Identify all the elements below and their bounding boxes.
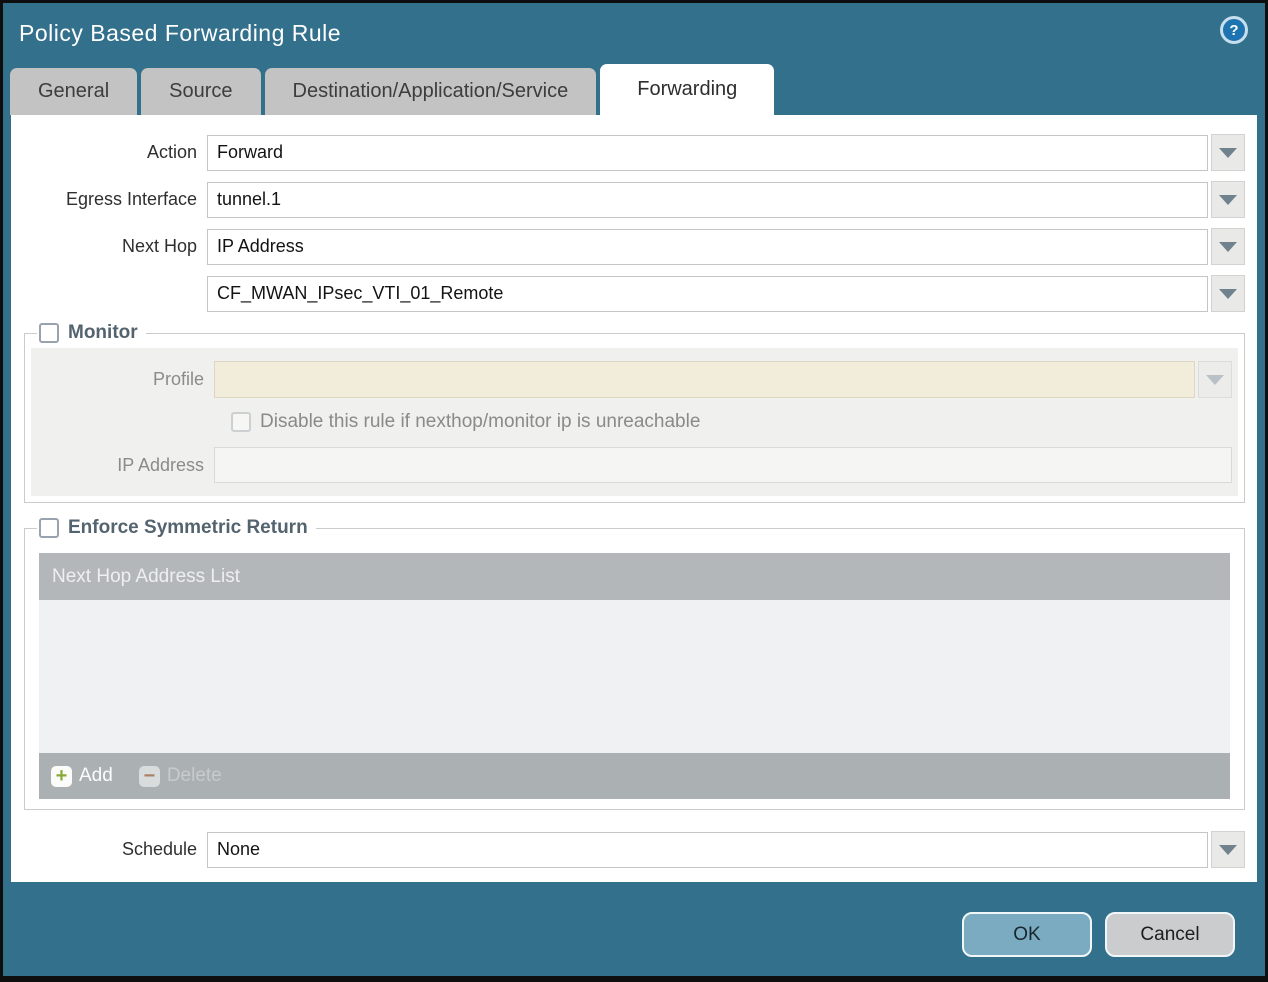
next-hop-type-dropdown[interactable]: IP Address xyxy=(207,228,1208,265)
chevron-down-icon xyxy=(1219,844,1237,855)
monitor-fieldset: Monitor Profile Disable this rule if nex… xyxy=(24,322,1245,503)
next-hop-address-table: Next Hop Address List + Add − Delete xyxy=(39,553,1230,799)
next-hop-row: Next Hop IP Address xyxy=(11,228,1257,265)
disable-rule-row: Disable this rule if nexthop/monitor ip … xyxy=(231,411,1232,433)
titlebar: Policy Based Forwarding Rule ? xyxy=(3,3,1265,64)
tab-source[interactable]: Source xyxy=(141,68,261,115)
egress-interface-label: Egress Interface xyxy=(65,189,197,209)
egress-interface-dropdown-button[interactable] xyxy=(1211,181,1245,218)
chevron-down-icon xyxy=(1219,241,1237,252)
cancel-button[interactable]: Cancel xyxy=(1105,912,1235,957)
next-hop-address-dropdown[interactable]: CF_MWAN_IPsec_VTI_01_Remote xyxy=(207,275,1208,312)
schedule-label: Schedule xyxy=(121,839,197,859)
profile-dropdown-button xyxy=(1198,361,1232,398)
table-footer: + Add − Delete xyxy=(39,753,1230,799)
dialog-frame: Policy Based Forwarding Rule ? General S… xyxy=(3,3,1265,976)
monitor-checkbox[interactable] xyxy=(39,323,59,343)
monitor-body: Profile Disable this rule if nexthop/mon… xyxy=(31,348,1238,496)
monitor-legend-label: Monitor xyxy=(68,322,138,343)
dialog-button-bar: OK Cancel xyxy=(3,882,1265,957)
next-hop-label: Next Hop xyxy=(121,236,197,256)
plus-icon: + xyxy=(51,765,72,787)
egress-interface-row: Egress Interface tunnel.1 xyxy=(11,181,1257,218)
help-icon[interactable]: ? xyxy=(1220,16,1248,44)
tab-destination-application-service[interactable]: Destination/Application/Service xyxy=(264,68,597,115)
tab-forwarding[interactable]: Forwarding xyxy=(600,64,775,115)
symmetric-return-legend-label: Enforce Symmetric Return xyxy=(68,517,308,538)
chevron-down-icon xyxy=(1219,288,1237,299)
profile-label: Profile xyxy=(152,369,204,389)
dialog-title: Policy Based Forwarding Rule xyxy=(19,20,342,46)
schedule-dropdown[interactable]: None xyxy=(207,831,1208,868)
content-panel: Action Forward Egress Interface tunnel.1… xyxy=(11,115,1257,882)
table-body xyxy=(39,600,1230,753)
table-header: Next Hop Address List xyxy=(39,553,1230,600)
monitor-ip-input xyxy=(214,447,1232,483)
profile-dropdown xyxy=(214,361,1195,398)
dialog-window: Policy Based Forwarding Rule ? General S… xyxy=(0,0,1268,982)
action-dropdown[interactable]: Forward xyxy=(207,134,1208,171)
chevron-down-icon xyxy=(1219,147,1237,158)
schedule-row: Schedule None xyxy=(11,831,1257,868)
tab-strip: General Source Destination/Application/S… xyxy=(3,64,1265,115)
monitor-ip-label: IP Address xyxy=(117,454,204,475)
schedule-dropdown-button[interactable] xyxy=(1211,831,1245,868)
next-hop-type-dropdown-button[interactable] xyxy=(1211,228,1245,265)
delete-button: − Delete xyxy=(138,765,222,787)
add-button-label: Add xyxy=(79,765,113,786)
next-hop-address-row: CF_MWAN_IPsec_VTI_01_Remote xyxy=(11,275,1257,312)
delete-button-label: Delete xyxy=(166,765,222,786)
action-label: Action xyxy=(146,142,197,162)
chevron-down-icon xyxy=(1206,374,1224,385)
add-button[interactable]: + Add xyxy=(51,765,113,787)
tab-general[interactable]: General xyxy=(10,68,138,115)
monitor-legend: Monitor xyxy=(37,322,146,344)
symmetric-return-fieldset: Enforce Symmetric Return Next Hop Addres… xyxy=(24,517,1245,810)
action-dropdown-button[interactable] xyxy=(1211,134,1245,171)
symmetric-return-checkbox[interactable] xyxy=(39,518,59,538)
disable-rule-label: Disable this rule if nexthop/monitor ip … xyxy=(260,411,701,432)
action-row: Action Forward xyxy=(11,134,1257,171)
next-hop-address-dropdown-button[interactable] xyxy=(1211,275,1245,312)
monitor-ip-row: IP Address xyxy=(31,447,1232,483)
disable-rule-checkbox xyxy=(231,412,251,432)
egress-interface-dropdown[interactable]: tunnel.1 xyxy=(207,181,1208,218)
chevron-down-icon xyxy=(1219,194,1237,205)
symmetric-return-legend: Enforce Symmetric Return xyxy=(37,517,316,539)
profile-row: Profile xyxy=(31,361,1232,398)
ok-button[interactable]: OK xyxy=(962,912,1092,957)
minus-icon: − xyxy=(138,765,160,787)
